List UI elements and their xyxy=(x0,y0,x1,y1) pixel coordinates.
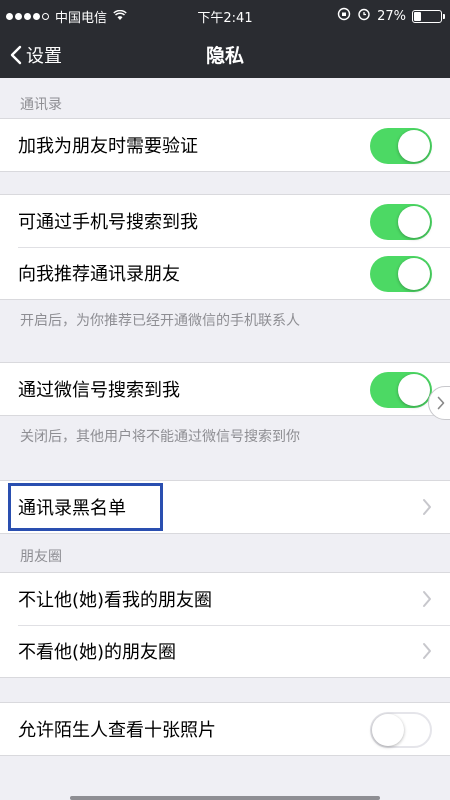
status-bar: 中国电信 下午2:41 27% xyxy=(0,0,450,30)
home-indicator xyxy=(70,796,380,800)
highlight-box xyxy=(8,483,163,531)
group-phone-search: 可通过手机号搜索到我 向我推荐通讯录朋友 xyxy=(0,194,450,300)
row-label: 可通过手机号搜索到我 xyxy=(18,212,198,233)
row-add-me-verify[interactable]: 加我为朋友时需要验证 xyxy=(0,119,450,171)
battery-percent: 27% xyxy=(377,8,406,24)
row-stranger-photos[interactable]: 允许陌生人查看十张照片 xyxy=(0,703,450,755)
toggle-find-by-phone[interactable] xyxy=(370,204,432,240)
chevron-right-icon xyxy=(437,396,445,410)
toggle-stranger-photos[interactable] xyxy=(370,712,432,748)
chevron-right-icon xyxy=(423,643,431,659)
group-stranger: 允许陌生人查看十张照片 xyxy=(0,702,450,756)
toggle-add-me-verify[interactable] xyxy=(370,128,432,164)
row-find-by-wechat-id[interactable]: 通过微信号搜索到我 xyxy=(0,363,450,415)
group-verify: 加我为朋友时需要验证 xyxy=(0,118,450,172)
row-hide-their-moments[interactable]: 不看他(她)的朋友圈 xyxy=(0,625,450,677)
row-label: 不让他(她)看我的朋友圈 xyxy=(18,590,213,611)
row-find-by-phone[interactable]: 可通过手机号搜索到我 xyxy=(0,195,450,247)
row-label: 加我为朋友时需要验证 xyxy=(18,136,198,157)
nav-bar: 设置 隐私 xyxy=(0,30,450,78)
group-moments: 不让他(她)看我的朋友圈 不看他(她)的朋友圈 xyxy=(0,572,450,678)
row-label: 允许陌生人查看十张照片 xyxy=(18,720,216,741)
toggle-find-by-wechat-id[interactable] xyxy=(370,372,432,408)
battery-icon xyxy=(412,9,445,23)
status-right: 27% xyxy=(337,7,445,25)
group-wechat-id: 通过微信号搜索到我 xyxy=(0,362,450,416)
page-title: 隐私 xyxy=(205,45,244,67)
chevron-right-icon xyxy=(423,591,431,607)
toggle-recommend-contacts[interactable] xyxy=(370,256,432,292)
wechat-id-footnote: 关闭后，其他用户将不能通过微信号搜索到你 xyxy=(20,429,300,445)
row-recommend-contacts[interactable]: 向我推荐通讯录朋友 xyxy=(0,247,450,299)
row-hide-my-moments[interactable]: 不让他(她)看我的朋友圈 xyxy=(0,573,450,625)
orientation-lock-icon xyxy=(337,7,351,25)
row-label: 通过微信号搜索到我 xyxy=(18,380,180,401)
row-label: 向我推荐通讯录朋友 xyxy=(18,264,180,285)
battery-level xyxy=(414,11,422,21)
chevron-right-icon xyxy=(423,499,431,515)
row-label: 不看他(她)的朋友圈 xyxy=(18,642,177,663)
section-label-contacts: 通讯录 xyxy=(20,97,62,113)
section-label-moments: 朋友圈 xyxy=(20,549,62,565)
alarm-icon xyxy=(357,7,371,25)
recommend-footnote: 开启后，为你推荐已经开通微信的手机联系人 xyxy=(20,313,300,329)
